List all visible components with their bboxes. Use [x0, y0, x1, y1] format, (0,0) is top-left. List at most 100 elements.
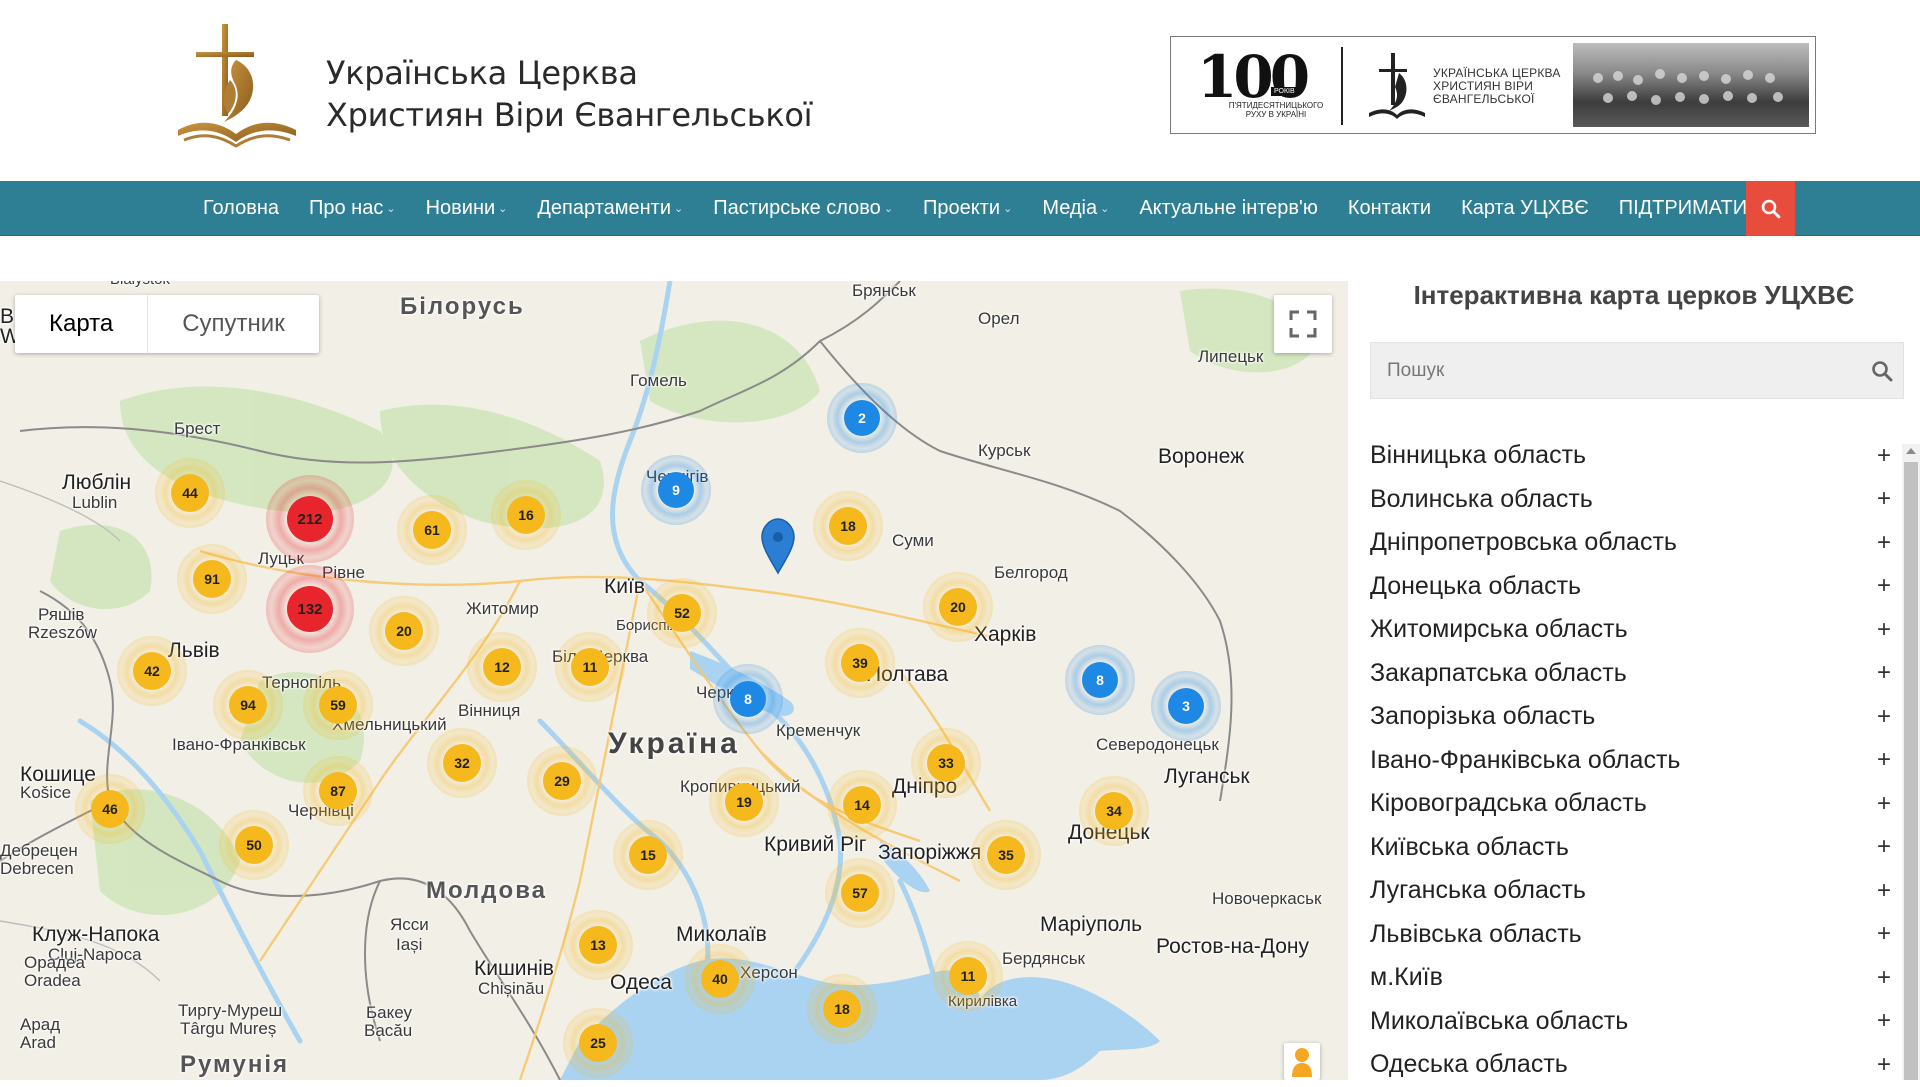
region-search-input[interactable] [1371, 343, 1841, 398]
map-place-label: Košice [20, 783, 72, 802]
region-item[interactable]: м.Київ + [1370, 956, 1896, 1000]
scrollbar-thumb[interactable] [1904, 462, 1918, 1080]
nav-item-label: Новини [425, 197, 496, 219]
church-map[interactable]: BiałystokВаршаваWarszawaБілорусьБрестЛюб… [0, 281, 1348, 1080]
region-item[interactable]: Запорізька область + [1370, 695, 1896, 739]
expand-plus-icon[interactable]: + [1872, 703, 1896, 731]
region-item[interactable]: Волинська область + [1370, 478, 1896, 522]
cluster-count: 40 [701, 960, 739, 998]
nav-item[interactable]: Контакти [1333, 197, 1446, 220]
nav-search-button[interactable] [1746, 181, 1795, 236]
region-item[interactable]: Житомирська область + [1370, 608, 1896, 652]
expand-plus-icon[interactable]: + [1872, 659, 1896, 687]
expand-plus-icon[interactable]: + [1872, 442, 1896, 470]
map-place-label: Маріуполь [1040, 913, 1143, 936]
expand-plus-icon[interactable]: + [1872, 964, 1896, 992]
nav-item[interactable]: Карта УЦХВЄ [1446, 197, 1604, 220]
expand-plus-icon[interactable]: + [1872, 790, 1896, 818]
main-navigation: Головна Про нас ⌄ Новини ⌄ Департаменти ⌄ Пасти… [0, 181, 1920, 236]
cluster-count: 87 [319, 772, 357, 810]
expand-plus-icon[interactable]: + [1872, 833, 1896, 861]
pegman-icon [1292, 1048, 1312, 1077]
cluster-count: 132 [287, 586, 333, 632]
site-header: Українська Церква Християн Віри Євангель… [0, 0, 1920, 181]
expand-plus-icon[interactable]: + [1872, 485, 1896, 513]
map-place-label: Одеса [610, 971, 672, 994]
region-item[interactable]: Закарпатська область + [1370, 652, 1896, 696]
expand-plus-icon[interactable]: + [1872, 616, 1896, 644]
cluster-count: 57 [841, 874, 879, 912]
scroll-up-icon[interactable] [1906, 448, 1916, 454]
expand-plus-icon[interactable]: + [1872, 529, 1896, 557]
brand-line-1: Українська Церква [326, 54, 638, 92]
map-place-label: Вінниця [458, 701, 521, 720]
nav-item[interactable]: Медіа ⌄ [1027, 197, 1124, 220]
nav-item[interactable]: Новини ⌄ [411, 197, 523, 220]
nav-item[interactable]: Департаменти ⌄ [522, 197, 698, 220]
expand-plus-icon[interactable]: + [1872, 746, 1896, 774]
cluster-count: 44 [171, 474, 209, 512]
map-place-label: Lublin [72, 493, 118, 512]
search-icon[interactable] [1871, 360, 1893, 382]
region-item[interactable]: Вінницька область + [1370, 434, 1896, 478]
cluster-count: 25 [579, 1024, 617, 1062]
centennial-banner[interactable]: 100 РОКІВ П'ЯТИДЕСЯТНИЦЬКОГО РУХУ В УКРА… [1170, 36, 1816, 134]
map-place-label: Воронеж [1158, 445, 1245, 468]
region-item[interactable]: Луганська область + [1370, 869, 1896, 913]
banner-logo-icon [1369, 53, 1425, 119]
nav-item[interactable]: Головна [188, 197, 294, 220]
nav-item-label: Департаменти [537, 197, 672, 219]
nav-item-label: ПІДТРИМАТИ [1618, 197, 1748, 219]
region-item[interactable]: Кіровоградська область + [1370, 782, 1896, 826]
expand-plus-icon[interactable]: + [1872, 877, 1896, 905]
cluster-count: 16 [507, 496, 545, 534]
region-item[interactable]: Київська область + [1370, 826, 1896, 870]
nav-item[interactable]: Про нас ⌄ [294, 197, 411, 220]
region-label: Миколаївська область [1370, 1006, 1629, 1035]
region-item[interactable]: Миколаївська область + [1370, 1000, 1896, 1044]
map-place-label: Ряшів [38, 605, 85, 624]
region-label: Львівська область [1370, 919, 1582, 948]
map-place-label: Клуж-Напока [32, 923, 160, 946]
nav-item-label: Головна [203, 197, 279, 219]
chevron-down-icon: ⌄ [1003, 203, 1013, 215]
chevron-down-icon: ⌄ [498, 203, 508, 215]
region-item[interactable]: Львівська область + [1370, 913, 1896, 957]
region-item[interactable]: Донецька область + [1370, 565, 1896, 609]
fullscreen-button[interactable] [1274, 295, 1332, 353]
map-tab-satellite[interactable]: Супутник [147, 295, 318, 353]
nav-item[interactable]: Пастирське слово ⌄ [698, 197, 908, 220]
region-list-scrollbar[interactable] [1902, 444, 1920, 1080]
nav-item[interactable]: Актуальне інтерв'ю [1124, 197, 1333, 220]
expand-plus-icon[interactable]: + [1872, 1007, 1896, 1035]
cluster-count: 34 [1095, 792, 1133, 830]
brand-line-2: Християн Віри Євангельської [326, 96, 813, 134]
cluster-count: 94 [229, 686, 267, 724]
map-place-label: Chișinău [478, 979, 545, 998]
map-place-label: Târgu Mureș [180, 1019, 277, 1038]
cluster-count: 212 [287, 496, 333, 542]
expand-plus-icon[interactable]: + [1872, 572, 1896, 600]
map-place-label: Орадеа [24, 953, 85, 972]
expand-plus-icon[interactable]: + [1872, 1051, 1896, 1079]
nav-item[interactable]: ПІДТРИМАТИ [1604, 197, 1762, 220]
map-place-label: Брест [174, 419, 221, 438]
nav-item-label: Контакти [1347, 197, 1432, 219]
cluster-count: 91 [193, 560, 231, 598]
cluster-count: 18 [823, 990, 861, 1028]
map-place-label: Białystok [110, 281, 170, 288]
expand-plus-icon[interactable]: + [1872, 920, 1896, 948]
map-tab-map[interactable]: Карта [15, 295, 147, 353]
street-view-pegman[interactable] [1284, 1043, 1320, 1080]
map-place-label: Гомель [630, 371, 687, 390]
nav-item[interactable]: Проекти ⌄ [908, 197, 1027, 220]
region-item[interactable]: Івано-Франківська область + [1370, 739, 1896, 783]
region-item[interactable]: Дніпропетровська область + [1370, 521, 1896, 565]
church-logo[interactable] [172, 22, 302, 148]
cluster-count: 29 [543, 762, 581, 800]
banner-caption: П'ЯТИДЕСЯТНИЦЬКОГО РУХУ В УКРАЇНІ [1228, 101, 1324, 119]
brand-name[interactable]: Українська Церква Християн Віри Євангель… [326, 52, 813, 136]
region-label: Київська область [1370, 832, 1569, 861]
region-label: Закарпатська область [1370, 658, 1627, 687]
nav-item-label: Пастирське слово [713, 197, 881, 219]
